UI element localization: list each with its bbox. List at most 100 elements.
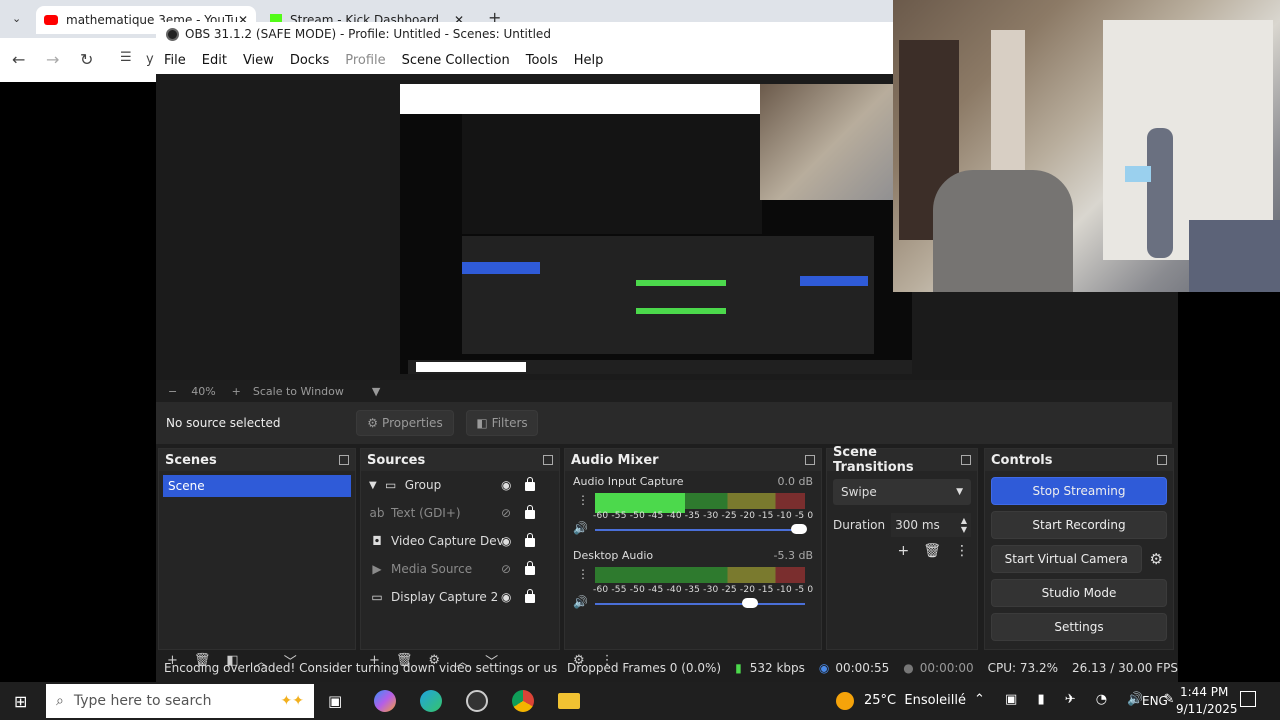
kebab-menu-icon[interactable]: ⋮ <box>577 493 589 507</box>
gear-icon[interactable]: ⚙ <box>1150 550 1163 568</box>
edge-icon[interactable] <box>420 690 442 712</box>
stop-streaming-button[interactable]: Stop Streaming <box>991 477 1167 505</box>
start-recording-button[interactable]: Start Recording <box>991 511 1167 539</box>
channel-header: Desktop Audio -5.3 dB <box>573 545 813 562</box>
volume-slider[interactable] <box>595 598 805 608</box>
dock-title: Audio Mixer <box>571 452 659 468</box>
undock-icon[interactable] <box>1157 455 1167 465</box>
dock-title: Controls <box>991 452 1053 468</box>
chevron-down-icon[interactable]: ▼ <box>369 480 377 491</box>
zoom-out-button[interactable]: − <box>168 385 177 398</box>
undock-icon[interactable] <box>543 455 553 465</box>
menu-edit[interactable]: Edit <box>194 53 235 68</box>
reload-icon[interactable]: ↻ <box>80 50 93 69</box>
dock-header: Scenes <box>159 449 355 471</box>
tab-list-chevron-icon[interactable]: ⌄ <box>12 12 21 25</box>
slider-knob[interactable] <box>790 524 807 534</box>
menu-scene-collection[interactable]: Scene Collection <box>394 53 518 68</box>
start-virtual-camera-button[interactable]: Start Virtual Camera <box>991 545 1142 573</box>
chrome-icon[interactable] <box>512 690 534 712</box>
studio-mode-button[interactable]: Studio Mode <box>991 579 1167 607</box>
signal-icon: ▮ <box>735 661 742 675</box>
source-row-display-capture[interactable]: ▭ Display Capture 2 ◉ <box>361 583 559 611</box>
record-time: 00:00:00 <box>919 661 974 675</box>
menu-tools[interactable]: Tools <box>518 53 566 68</box>
chevron-down-icon[interactable]: ▼ <box>372 385 380 398</box>
menu-help[interactable]: Help <box>566 53 612 68</box>
stream-icon: ◉ <box>818 661 830 675</box>
zoom-level: 40% <box>191 384 216 398</box>
site-settings-icon[interactable]: ☰ <box>120 50 132 65</box>
add-icon[interactable]: + <box>897 543 909 559</box>
speaker-icon[interactable]: 🔊 <box>573 521 588 535</box>
obs-taskbar-icon[interactable] <box>466 690 488 712</box>
source-label: Display Capture 2 <box>391 590 499 604</box>
status-bar: Encoding overloaded! Consider turning do… <box>156 656 1178 680</box>
eye-slash-icon[interactable]: ⊘ <box>501 506 511 520</box>
volume-meter <box>595 503 805 513</box>
undock-icon[interactable] <box>805 455 815 465</box>
language-indicator[interactable]: ENG <box>1142 694 1168 708</box>
filters-label: Filters <box>491 416 528 430</box>
weather-text[interactable]: 25°C Ensoleillé <box>864 693 966 708</box>
hanging-clothes <box>991 30 1025 190</box>
scene-item[interactable]: Scene <box>163 475 351 497</box>
lock-icon[interactable] <box>525 589 535 603</box>
lock-icon[interactable] <box>525 505 535 519</box>
source-row-text[interactable]: ab Text (GDI+) ⊘ <box>361 499 559 527</box>
source-row-group[interactable]: ▼ ▭ Group ◉ <box>361 471 559 499</box>
channel-db: -5.3 dB <box>773 549 814 562</box>
kebab-menu-icon[interactable]: ⋮ <box>577 567 589 581</box>
clock-time[interactable]: 1:44 PM <box>1180 685 1228 699</box>
dock-title: Scenes <box>165 452 217 468</box>
notification-icon[interactable] <box>1240 691 1256 707</box>
speaker-icon[interactable]: 🔊 <box>573 595 588 609</box>
zoom-in-button[interactable]: + <box>232 385 241 398</box>
task-view-icon[interactable]: ▣ <box>328 692 342 710</box>
channel-name: Desktop Audio <box>573 549 654 562</box>
screen-glow <box>1125 166 1151 182</box>
duration-row: Duration 300 ms ▲ ▼ <box>833 513 971 537</box>
lock-icon[interactable] <box>525 561 535 575</box>
duration-spinbox[interactable]: 300 ms ▲ ▼ <box>891 513 971 537</box>
scale-mode-label[interactable]: Scale to Window <box>253 385 344 398</box>
mixer-channel: Audio Input Capture 0.0 dB ⋮ -60 -55 -50… <box>565 471 821 545</box>
forward-icon[interactable]: → <box>46 50 59 69</box>
settings-button[interactable]: Settings <box>991 613 1167 641</box>
menu-file[interactable]: File <box>156 53 194 68</box>
eye-slash-icon[interactable]: ⊘ <box>501 562 511 576</box>
undock-icon[interactable] <box>339 455 349 465</box>
windows-start-icon[interactable]: ⊞ <box>14 692 27 711</box>
spin-arrows-icon[interactable]: ▲ ▼ <box>961 516 967 534</box>
lock-icon[interactable] <box>525 533 535 547</box>
transition-select[interactable]: Swipe ▼ <box>833 479 971 505</box>
menu-view[interactable]: View <box>235 53 282 68</box>
volume-slider[interactable] <box>595 524 807 534</box>
source-row-media[interactable]: ▶ Media Source ⊘ <box>361 555 559 583</box>
address-bar[interactable]: y <box>146 52 154 67</box>
sources-dock: Sources ▼ ▭ Group ◉ ab Text (GDI+) ⊘ ◘ V… <box>360 448 560 670</box>
file-explorer-icon[interactable] <box>558 693 580 709</box>
preview-zoom-bar: − 40% + Scale to Window ▼ <box>156 380 1156 402</box>
search-placeholder: Type here to search <box>73 693 212 709</box>
copilot-icon[interactable] <box>374 690 396 712</box>
trash-icon[interactable]: 🗑 <box>923 543 941 559</box>
undock-icon[interactable] <box>961 455 971 465</box>
fps: 26.13 / 30.00 FPS <box>1072 661 1178 675</box>
taskbar-search[interactable]: ⌕ Type here to search ✦✦ <box>46 684 314 718</box>
play-icon: ▶ <box>372 562 382 576</box>
clock-date[interactable]: 9/11/2025 <box>1176 702 1238 716</box>
menu-docks[interactable]: Docks <box>282 53 337 68</box>
back-icon[interactable]: ← <box>12 50 25 69</box>
eye-icon[interactable]: ◉ <box>501 534 511 548</box>
obs-titlebar: OBS 31.1.2 (SAFE MODE) - Profile: Untitl… <box>156 22 894 46</box>
obs-logo-icon <box>166 27 179 41</box>
source-row-video-capture[interactable]: ◘ Video Capture Dev ◉ <box>361 527 559 555</box>
volume-meter <box>595 567 805 577</box>
lock-icon[interactable] <box>525 477 535 491</box>
kebab-menu-icon[interactable]: ⋮ <box>955 543 969 559</box>
eye-icon[interactable]: ◉ <box>501 590 511 604</box>
eye-icon[interactable]: ◉ <box>501 478 511 492</box>
source-toolbar: No source selected ⚙ Properties ◧ Filter… <box>156 402 1172 444</box>
slider-knob[interactable] <box>742 598 759 608</box>
